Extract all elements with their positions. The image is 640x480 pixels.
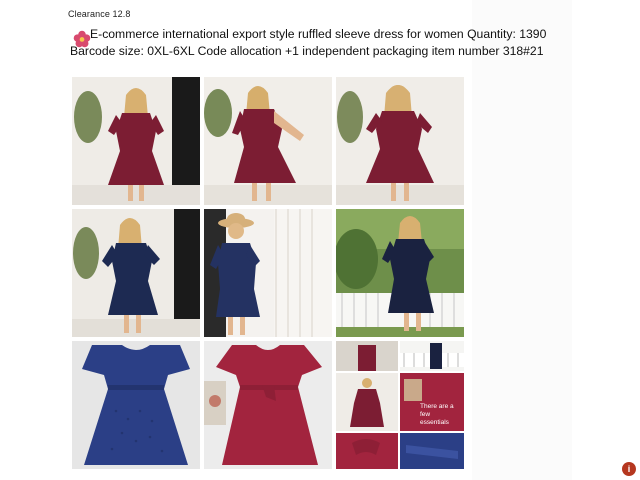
photo-navy-garden[interactable] <box>336 209 464 337</box>
photo-red-flatlay[interactable] <box>204 341 332 469</box>
photo-navy-hat[interactable] <box>204 209 332 337</box>
overlay-caption: There are a few essentials <box>420 403 454 426</box>
photo-grid: There are a few essentials <box>72 77 464 469</box>
photo-blue-flatlay[interactable] <box>72 341 200 469</box>
collage-tile-1 <box>336 341 398 371</box>
collage-tile-5 <box>336 433 398 469</box>
collage-tile-4: There are a few essentials <box>400 373 464 431</box>
description-line-1: E-commerce international export style ru… <box>90 27 547 41</box>
photo-burgundy-front[interactable] <box>72 77 200 205</box>
product-description: E-commerce international export style ru… <box>70 26 570 60</box>
side-panel <box>472 0 572 480</box>
photo-burgundy-walking[interactable] <box>204 77 332 205</box>
logo-icon: i <box>622 462 636 476</box>
collage-tile-6 <box>400 433 464 469</box>
collage-tile-2 <box>400 341 464 371</box>
photo-collage[interactable]: There are a few essentials <box>336 341 464 469</box>
collage-tile-3 <box>336 373 398 431</box>
photo-burgundy-back[interactable] <box>336 77 464 205</box>
description-line-2: Barcode size: 0XL-6XL Code allocation +1… <box>70 44 544 58</box>
clearance-label: Clearance 12.8 <box>68 9 131 19</box>
photo-navy-front[interactable] <box>72 209 200 337</box>
